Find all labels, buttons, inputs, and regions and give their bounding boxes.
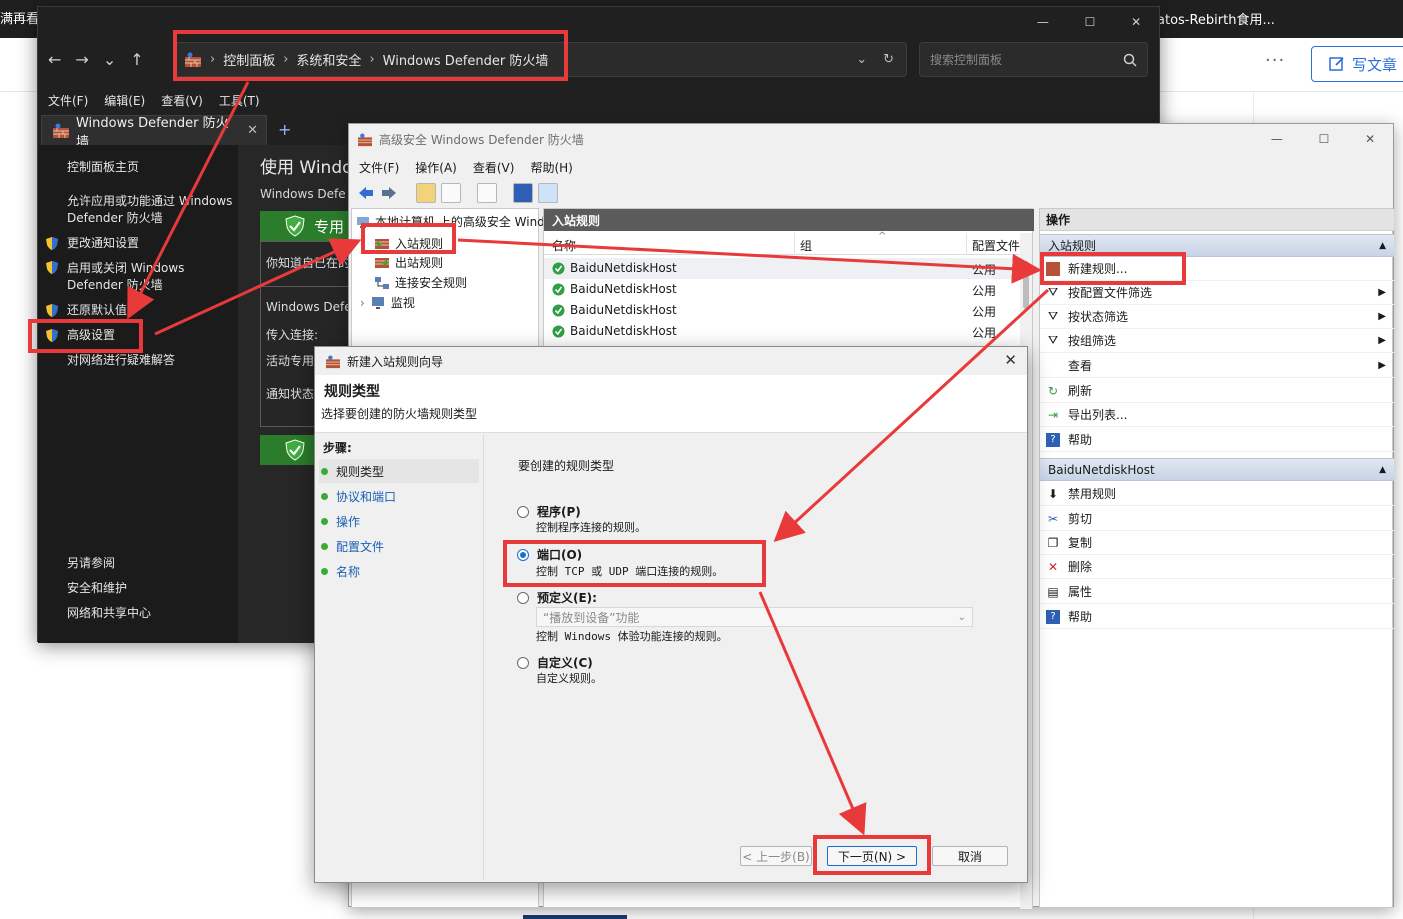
arrow-advanced-to-inbound xyxy=(154,238,362,336)
annotation-arrows xyxy=(127,81,1050,836)
arrow-new-rule-to-port xyxy=(773,288,1050,543)
arrow-port-to-next xyxy=(758,591,867,836)
arrow-inbound-to-new-rule xyxy=(457,238,1042,284)
arrow-breadcrumb-to-advanced xyxy=(127,81,250,320)
